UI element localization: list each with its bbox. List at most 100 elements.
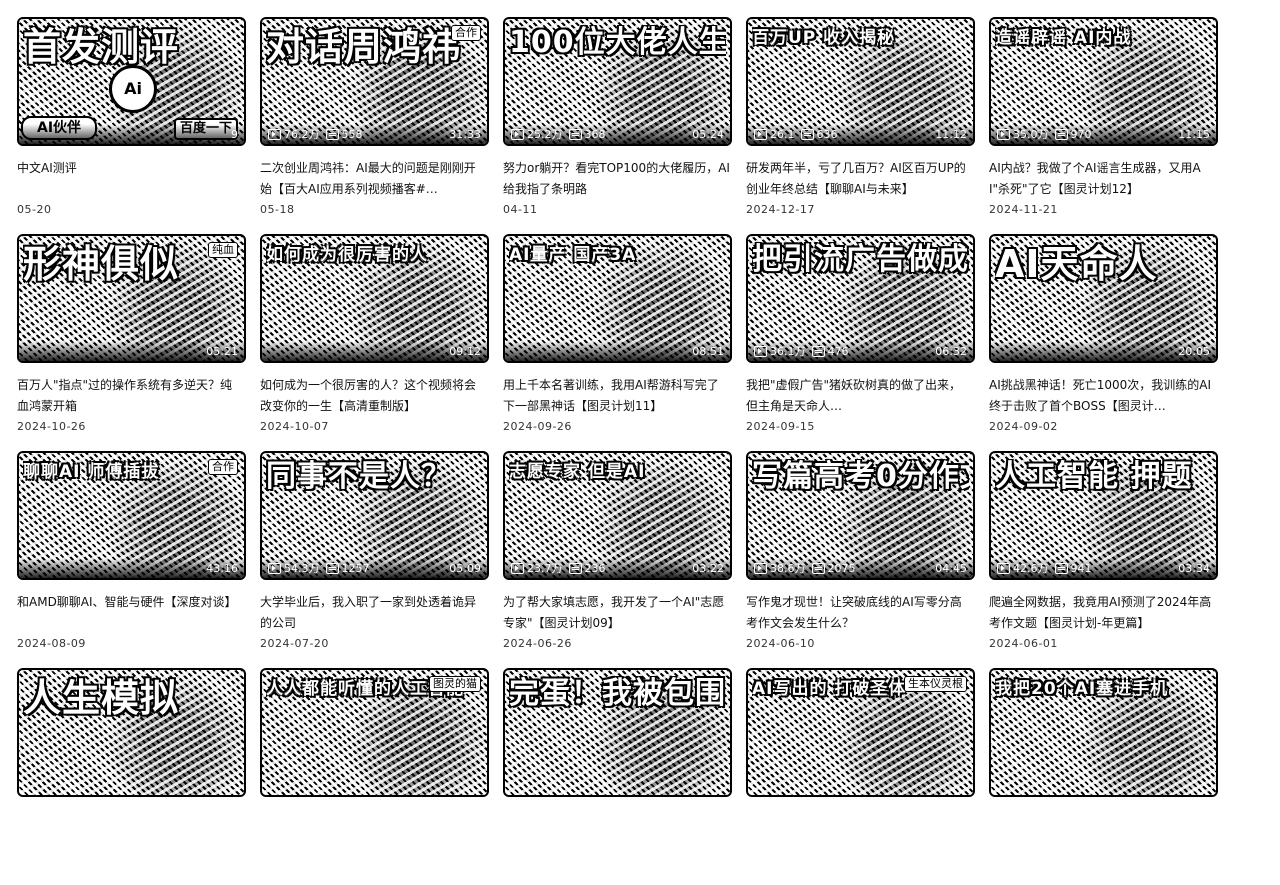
danmaku-count: 970 [1054,128,1092,141]
video-card[interactable]: 对话周鸿祎 合作 76.2万 558 31:33 二次创业周鸿祎：AI最大的问题是刚刚开始… [260,17,489,234]
video-duration: 9 [231,127,238,141]
video-grid: 首发测评AiAI伙伴百度一下9 中文AI测评 05-20 对话周鸿祎合作76.2万55… [17,17,1237,885]
video-card[interactable]: 志愿专家 但是AI 23.7万 236 03:22 为了帮大家填志愿，我开发了一个AI"… [503,451,732,668]
thumbnail-cover-text: AI量产 国产3A [509,245,637,266]
video-thumbnail[interactable]: 人工智能 押题 42.6万 941 03:34 [989,451,1218,580]
danmaku-count-value: 368 [584,127,606,141]
video-card[interactable]: 把引流广告做成 36.1万 476 06:32 我把"虚假广告"猪妖砍树真的做了出来，但… [746,234,975,451]
video-thumbnail[interactable]: 对话周鸿祎 合作 76.2万 558 31:33 [260,17,489,146]
danmaku-count: 941 [1054,562,1092,575]
video-duration: 04:45 [935,561,967,575]
video-title-link[interactable]: 努力or躺开？看完TOP100的大佬履历，AI给我指了条明路 [503,158,730,200]
view-count: 25.2万 [511,126,563,142]
publish-date: 2024-08-09 [17,637,86,650]
video-thumbnail[interactable]: 如何成为很厉害的人 09:12 [260,234,489,363]
video-card[interactable]: 造谣辟谣 AI内战 35.0万 970 11:15 AI内战？我做了个AI谣言生成器，又… [989,17,1218,234]
video-thumbnail[interactable]: AI写出的 打破圣体 生本仪灵根 [746,668,975,797]
publish-date: 2024-12-17 [746,203,815,216]
video-thumbnail[interactable]: AI天命人 20:05 [989,234,1218,363]
play-count-icon [511,128,524,140]
video-thumbnail[interactable]: 首发测评AiAI伙伴百度一下9 [17,17,246,146]
video-thumbnail[interactable]: 百万UP 收入揭秘 26.1 636 11:12 [746,17,975,146]
publish-date: 05-20 [17,203,52,216]
thumbnail-stats-bar: 25.2万 368 05:24 [505,124,730,144]
video-duration: 43:16 [206,561,238,575]
video-duration: 20:05 [1178,344,1210,358]
video-thumbnail[interactable]: 把引流广告做成 36.1万 476 06:32 [746,234,975,363]
video-card[interactable]: 同事不是人？ 54.3万 1257 05:09 大学毕业后，我入职了一家到处透着诡异的公… [260,451,489,668]
video-thumbnail[interactable]: 完蛋！我被包围了 [503,668,732,797]
video-duration: 11:15 [1178,127,1210,141]
video-thumbnail[interactable]: 我把20个AI塞进手机 [989,668,1218,797]
video-duration: 11:12 [935,127,967,141]
video-card[interactable]: 如何成为很厉害的人 09:12 如何成为一个很厉害的人？这个视频将会改变你的一生【高… [260,234,489,451]
danmaku-count-value: 1257 [341,561,370,575]
video-card[interactable]: 首发测评AiAI伙伴百度一下9 中文AI测评 05-20 [17,17,246,234]
video-thumbnail[interactable]: 造谣辟谣 AI内战 35.0万 970 11:15 [989,17,1218,146]
video-card[interactable]: 人工智能 押题 42.6万 941 03:34 爬遍全网数据，我竟用AI预测了2024年… [989,451,1218,668]
video-title-link[interactable]: 写作鬼才现世！让突破底线的AI写零分高考作文会发生什么？ [746,592,973,634]
thumbnail-cover-text: 百万UP 收入揭秘 [752,28,896,49]
video-card[interactable]: 人人都能听懂的人工智能 图灵的猫 [260,668,489,885]
danmaku-icon [811,562,825,574]
video-title-link[interactable]: 百万人"指点"过的操作系统有多逆天？纯血鸿蒙开箱 [17,375,244,417]
thumbnail-cover-text: 100位大佬人生 [509,25,726,61]
video-title-link[interactable]: AI挑战黑神话！死亡1000次，我训练的AI终于击败了首个BOSS【图灵计… [989,375,1216,417]
video-thumbnail[interactable]: AI量产 国产3A 08:51 [503,234,732,363]
thumbnail-cover-text: 写篇高考0分作文 [752,459,969,495]
video-title-link[interactable]: 如何成为一个很厉害的人？这个视频将会改变你的一生【高清重制版】 [260,375,487,417]
thumbnail-cover-text: 人工智能 押题 [995,459,1193,495]
thumbnail-stats-bar: 36.1万 476 06:32 [748,341,973,361]
video-thumbnail[interactable]: 写篇高考0分作文 38.6万 2075 04:45 [746,451,975,580]
video-title-link[interactable]: AI内战？我做了个AI谣言生成器，又用AI"杀死"了它【图灵计划12】 [989,158,1216,200]
video-title-link[interactable]: 用上千本名著训练，我用AI帮游科写完了下一部黑神话【图灵计划11】 [503,375,730,417]
thumbnail-cover-text: AI天命人 [995,242,1158,286]
thumbnail-stats-bar: 42.6万 941 03:34 [991,558,1216,578]
video-thumbnail[interactable]: 人人都能听懂的人工智能 图灵的猫 [260,668,489,797]
video-card[interactable]: 我把20个AI塞进手机 [989,668,1218,885]
thumbnail-stats-bar: 05:21 [19,341,244,361]
video-title-link[interactable]: 中文AI测评 [17,158,244,200]
thumbnail-cover-text: 同事不是人？ [266,459,452,495]
thumbnail-stats-bar: 09:12 [262,341,487,361]
video-card[interactable]: 100位大佬人生 25.2万 368 05:24 努力or躺开？看完TOP100的大佬履… [503,17,732,234]
danmaku-icon [325,562,339,574]
danmaku-count-value: 476 [827,344,849,358]
view-count: 54.3万 [268,560,320,576]
video-card[interactable]: AI量产 国产3A 08:51 用上千本名著训练，我用AI帮游科写完了下一部黑神话【… [503,234,732,451]
video-card[interactable]: 写篇高考0分作文 38.6万 2075 04:45 写作鬼才现世！让突破底线的AI写零分… [746,451,975,668]
video-card[interactable]: 百万UP 收入揭秘 26.1 636 11:12 研发两年半，亏了几百万？AI区百万UP… [746,17,975,234]
danmaku-count-value: 558 [341,127,363,141]
video-title-link[interactable]: 爬遍全网数据，我竟用AI预测了2024年高考作文题【图灵计划-年更篇】 [989,592,1216,634]
video-card[interactable]: AI写出的 打破圣体 生本仪灵根 [746,668,975,885]
ai-logo-icon: Ai [109,65,157,113]
video-card[interactable]: AI天命人 20:05 AI挑战黑神话！死亡1000次，我训练的AI终于击败了首个B… [989,234,1218,451]
view-count: 23.7万 [511,560,563,576]
danmaku-count: 236 [568,562,606,575]
video-title-link[interactable]: 我把"虚假广告"猪妖砍树真的做了出来，但主角是天命人… [746,375,973,417]
video-thumbnail[interactable]: 形神俱似 纯血 05:21 [17,234,246,363]
video-card[interactable]: 人生模拟 [17,668,246,885]
thumbnail-stats-bar: 9 [19,124,244,144]
video-thumbnail[interactable]: 人生模拟 [17,668,246,797]
video-card[interactable]: 形神俱似 纯血 05:21 百万人"指点"过的操作系统有多逆天？纯血鸿蒙开箱 2024-… [17,234,246,451]
video-thumbnail[interactable]: 聊聊AI 师傅插拔 合作 43:16 [17,451,246,580]
video-duration: 06:32 [935,344,967,358]
video-title-link[interactable]: 和AMD聊聊AI、智能与硬件【深度对谈】 [17,592,244,634]
video-thumbnail[interactable]: 100位大佬人生 25.2万 368 05:24 [503,17,732,146]
video-card[interactable]: 聊聊AI 师傅插拔 合作 43:16 和AMD聊聊AI、智能与硬件【深度对谈】 2024… [17,451,246,668]
view-count: 38.6万 [754,560,806,576]
video-card[interactable]: 完蛋！我被包围了 [503,668,732,885]
video-thumbnail[interactable]: 同事不是人？ 54.3万 1257 05:09 [260,451,489,580]
view-count-value: 42.6万 [1013,562,1049,575]
thumbnail-cover-text: 志愿专家 但是AI [509,462,646,483]
video-title-link[interactable]: 大学毕业后，我入职了一家到处透着诡异的公司 [260,592,487,634]
play-count-icon [754,128,767,140]
video-title-link[interactable]: 研发两年半，亏了几百万？AI区百万UP的创业年终总结【聊聊AI与未来】 [746,158,973,200]
video-title-link[interactable]: 二次创业周鸿祎：AI最大的问题是刚刚开始【百大AI应用系列视频播客#… [260,158,487,200]
video-thumbnail[interactable]: 志愿专家 但是AI 23.7万 236 03:22 [503,451,732,580]
danmaku-count: 2075 [811,562,856,575]
video-title-link[interactable]: 为了帮大家填志愿，我开发了一个AI"志愿专家"【图灵计划09】 [503,592,730,634]
thumbnail-cover-text: 把引流广告做成 [752,242,969,278]
play-count-icon [997,562,1010,574]
